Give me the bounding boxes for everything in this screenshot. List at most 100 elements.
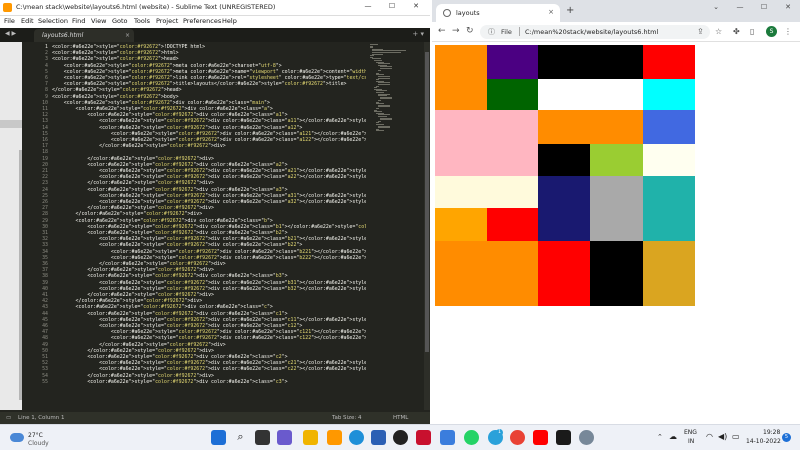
weather-condition: Cloudy [28,440,49,447]
wifi-icon[interactable]: ◠ [706,432,713,441]
back-arrow-icon[interactable]: ← [438,26,446,36]
block-a32 [643,79,695,110]
reload-icon[interactable]: ↻ [466,26,474,36]
url-text[interactable]: C:/mean%20stack/website/layouts6.html [525,28,658,36]
syntax-mode[interactable]: HTML [393,415,408,421]
menu-selection[interactable]: Selection [38,17,68,25]
kebab-menu-icon[interactable]: ⋮ [784,27,792,36]
maximize-icon[interactable]: ☐ [380,2,404,10]
block-c22 [590,176,643,241]
block-a31 [643,45,695,79]
terminal-icon[interactable] [556,430,571,445]
block-a11 [435,45,487,110]
menu-tools[interactable]: Tools [134,17,150,25]
sidepanel-icon[interactable]: ▯ [750,27,754,36]
share-icon[interactable]: ⇪ [697,27,704,36]
code-line[interactable]: <color:#a6e22e">style="color:#f92672">di… [52,379,287,385]
mcafee-icon[interactable] [416,430,431,445]
tab-size[interactable]: Tab Size: 4 [332,415,361,421]
minimap-line [378,106,390,108]
notification-badge[interactable]: 5 [782,433,791,442]
block-c21 [538,176,590,241]
bookmark-star-icon[interactable]: ☆ [715,27,722,36]
status-square-icon: ▭ [6,415,12,421]
cloud-sync-icon[interactable]: ☁ [669,432,677,441]
menu-view[interactable]: View [91,17,106,25]
windows-start-icon[interactable] [211,430,226,445]
block-c3 [643,176,695,241]
tab-scroll-arrows-icon[interactable]: ◀ ▶ [5,30,16,37]
battery-icon[interactable]: ▭ [732,432,740,441]
chrome-window: layouts × + ⌄ — ☐ ✕ ← → ↻ ⓘ File C:/mean%20… [432,0,800,424]
block-b221 [538,144,590,176]
address-bar[interactable]: ⓘ File C:/mean%20stack/website/layouts6.… [480,25,710,39]
maximize-icon[interactable]: ☐ [752,3,776,11]
editor-tab-label: layouts6.html [42,32,84,39]
editor-scrollbar[interactable] [424,42,430,410]
minimap-line [372,53,383,55]
sublime-text-taskbar-icon[interactable] [327,430,342,445]
chrome-toolbar: ← → ↻ ⓘ File C:/mean%20stack/website/lay… [432,22,800,42]
chevron-down-icon[interactable]: ⌄ [704,3,728,11]
line-number-gutter: 1 2 3 4 5 6 7 8 9 10 11 12 13 14 15 16 17 18 19 20 21 22 23 24 2… [24,42,50,410]
chrome-taskbar-icon[interactable] [510,430,525,445]
chrome-tabstrip: layouts × + ⌄ — ☐ ✕ [432,0,800,22]
minimap[interactable] [370,42,422,410]
menu-project[interactable]: Project [156,17,178,25]
sublime-window: C:\mean stack\website\layouts6.html (web… [0,0,430,424]
close-icon[interactable]: ✕ [404,2,428,10]
menu-goto[interactable]: Goto [112,17,128,25]
task-view-icon[interactable] [255,430,270,445]
minimap-line [380,119,392,121]
store-icon[interactable] [371,430,386,445]
clock-date[interactable]: 14-10-2022 [746,438,781,445]
search-icon[interactable]: ⌕ [233,430,248,445]
block-c122 [487,208,538,241]
minimize-icon[interactable]: — [356,2,380,10]
forward-arrow-icon[interactable]: → [452,26,460,36]
editor-tab[interactable]: layouts6.html × [34,29,134,42]
code-editor[interactable]: <color:#a6e22e">style="color:#f92672">!D… [52,42,366,410]
minimap-line [380,98,392,100]
edge-icon[interactable] [349,430,364,445]
sidebar-strip [0,42,22,410]
menu-edit[interactable]: Edit [21,17,34,25]
file-explorer-icon[interactable] [303,430,318,445]
block-d2 [538,241,590,306]
browser-tab[interactable]: layouts × [436,4,560,22]
block-c11 [435,176,538,208]
sidebar-scrollbar[interactable] [19,150,22,400]
settings-gear-icon[interactable] [579,430,594,445]
minimap-line [380,68,392,69]
line-number: 55 [42,378,48,385]
sublime-statusbar: ▭ Line 1, Column 1 Tab Size: 4 HTML [0,412,430,424]
menu-preferences[interactable]: Preferences [183,17,221,25]
extensions-puzzle-icon[interactable]: ✤ [733,27,740,36]
clock-time[interactable]: 19:28 [763,429,780,436]
menu-find[interactable]: Find [72,17,85,25]
chevron-up-icon[interactable]: ⌃ [657,433,663,441]
block-b1 [435,110,538,176]
new-tab-button[interactable]: + [566,5,574,16]
cursor-position: Line 1, Column 1 [18,415,65,421]
dell-icon[interactable] [393,430,408,445]
minimap-line [378,84,390,85]
menu-help[interactable]: Help [222,17,237,25]
volume-icon[interactable]: ◀) [718,432,727,441]
code-line[interactable]: </color:#a6e22e">style="color:#f92672">d… [52,143,226,149]
youtube-icon[interactable] [533,430,548,445]
minimize-icon[interactable]: — [728,3,752,11]
chat-icon[interactable] [277,430,292,445]
close-icon[interactable]: ✕ [776,3,800,11]
tab-close-icon[interactable]: × [548,8,554,16]
whatsapp-icon[interactable] [464,430,479,445]
minimap-line [376,130,384,132]
info-icon[interactable]: ⓘ [488,27,495,37]
sidebar-highlight [0,120,22,128]
avatar[interactable]: S [766,26,777,37]
tab-close-icon[interactable]: × [125,32,130,39]
tab-controls-icon[interactable]: + ▾ [412,30,424,38]
language-label[interactable]: ENG [684,429,697,436]
mail-icon[interactable] [440,430,455,445]
menu-file[interactable]: File [4,17,15,25]
